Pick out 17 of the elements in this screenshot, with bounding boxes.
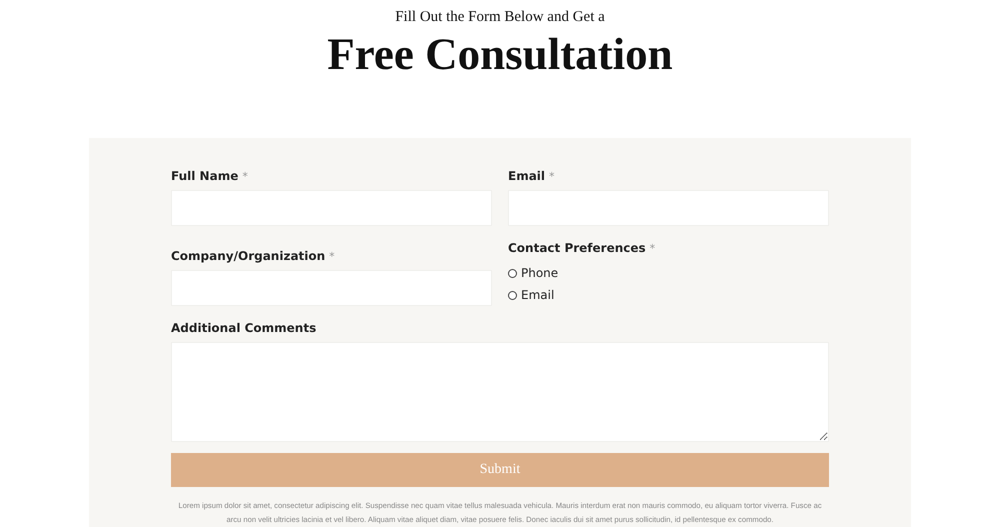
form-title: Free Consultation [327,28,673,80]
field-label: Company/Organization [171,248,326,264]
radio-label: Email [521,288,554,302]
submit-button[interactable]: Submit [171,453,829,487]
radio-button[interactable] [508,290,517,300]
form-subtitle: Fill Out the Form Below and Get a [395,8,605,26]
required-mark: * [242,170,248,183]
required-mark: * [549,170,555,183]
field-label: Full Name [171,168,238,184]
field-label: Additional Comments [171,320,316,336]
field-label: Email [508,168,546,184]
required-mark: * [329,250,335,263]
required-mark: * [650,242,656,255]
field-label: Contact Preferences [508,240,646,256]
comments-field[interactable] [171,342,829,442]
radio-button[interactable] [508,268,517,278]
radio-label: Phone [521,266,558,280]
